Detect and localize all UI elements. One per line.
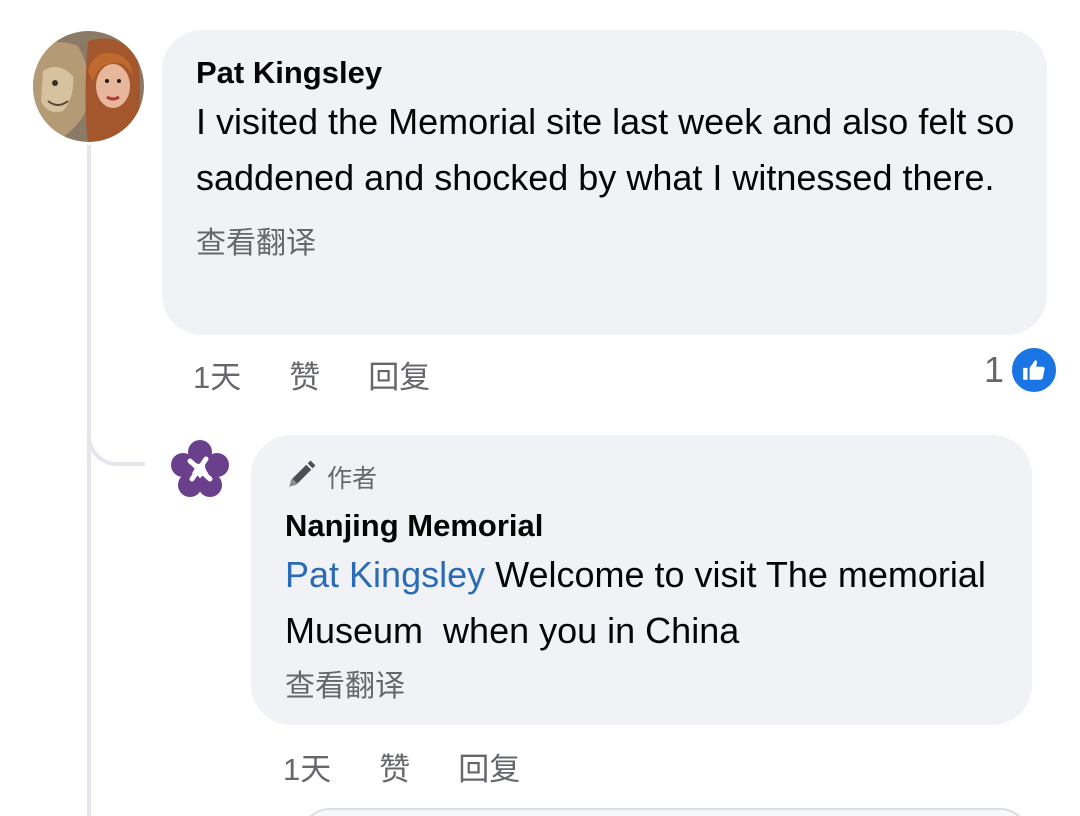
comment-thread: Pat Kingsley I visited the Memorial site…	[0, 0, 1080, 816]
comment-author[interactable]: Pat Kingsley	[196, 52, 1013, 94]
reply-bubble: 作者 Nanjing Memorial Pat Kingsley Welcome…	[251, 435, 1032, 725]
reply-actions: 1天 赞 回复	[283, 744, 520, 789]
comment-timestamp[interactable]: 1天	[193, 352, 241, 397]
like-button[interactable]: 赞	[289, 352, 320, 397]
reply-author[interactable]: Nanjing Memorial	[285, 505, 998, 547]
see-translation-link[interactable]: 查看翻译	[285, 667, 998, 707]
reply-timestamp[interactable]: 1天	[283, 744, 331, 789]
see-translation-link[interactable]: 查看翻译	[196, 224, 1013, 264]
avatar-nanjing-memorial[interactable]	[166, 435, 234, 503]
comment-bubble: Pat Kingsley I visited the Memorial site…	[162, 30, 1047, 335]
comment-actions: 1天 赞 回复	[193, 352, 430, 397]
avatar-pat-kingsley[interactable]	[33, 31, 144, 142]
pencil-icon	[285, 457, 319, 501]
reaction-count: 1	[984, 349, 1005, 390]
thread-branch-line	[87, 400, 145, 466]
author-badge-label: 作者	[327, 465, 378, 493]
reply-text: Pat Kingsley Welcome to visit The memori…	[285, 547, 1005, 659]
like-icon	[1010, 346, 1059, 394]
mention-link[interactable]: Pat Kingsley	[285, 554, 485, 595]
like-button[interactable]: 赞	[379, 744, 410, 789]
reply-button[interactable]: 回复	[458, 744, 520, 789]
comment-text: I visited the Memorial site last week an…	[196, 101, 1025, 198]
reply-button[interactable]: 回复	[368, 352, 430, 397]
author-badge: 作者	[285, 457, 998, 501]
next-comment-bubble-edge	[300, 808, 1030, 816]
thread-line	[87, 145, 91, 816]
reaction-summary[interactable]: 1	[984, 346, 1059, 394]
